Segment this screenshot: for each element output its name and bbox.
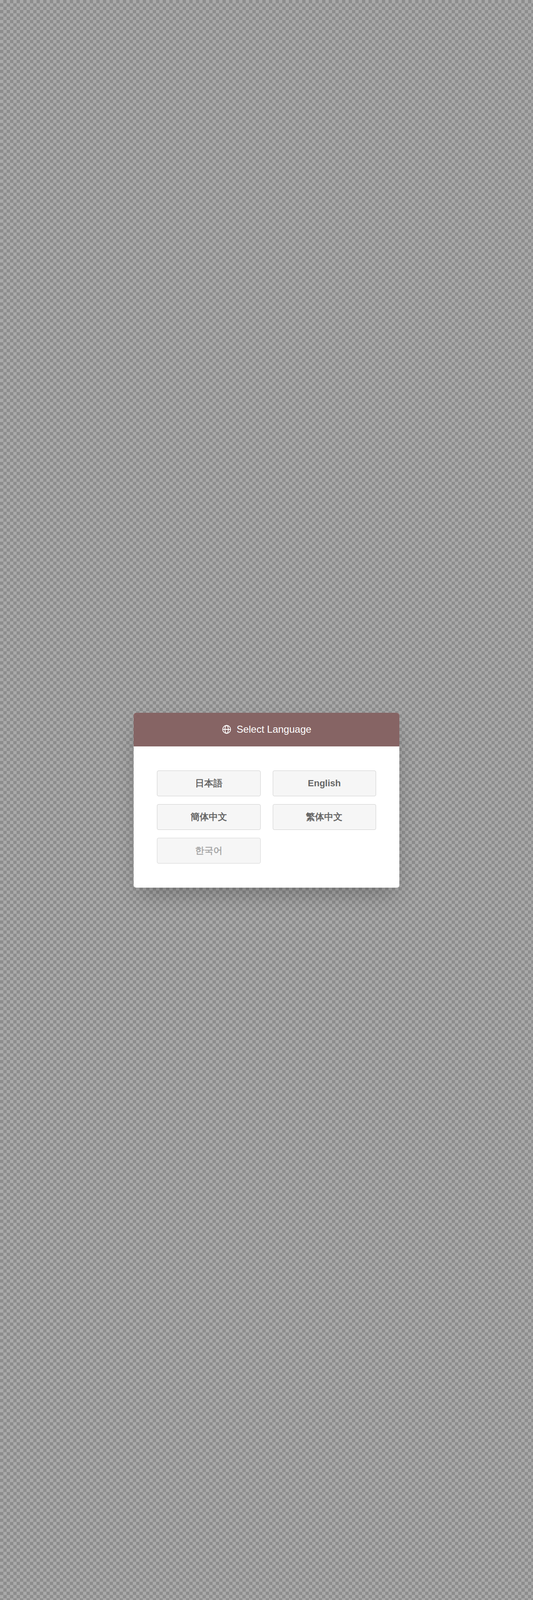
globe-icon: [221, 723, 232, 734]
language-dialog: Select Language 日本語 English 簡体中文繁体中文 한국어: [133, 712, 400, 888]
dialog-title: Select Language: [236, 721, 312, 737]
page-backdrop: Select Language 日本語 English 簡体中文繁体中文 한국어: [0, 0, 533, 1599]
language-button[interactable]: 한국어: [156, 837, 261, 864]
language-options: 日本語 English 簡体中文繁体中文 한국어: [133, 745, 400, 888]
language-button[interactable]: English: [272, 770, 377, 796]
language-button[interactable]: 繁体中文: [272, 803, 377, 830]
language-button[interactable]: 日本語: [156, 770, 261, 796]
language-button[interactable]: 簡体中文: [156, 803, 261, 830]
dialog-header: Select Language: [133, 712, 400, 746]
